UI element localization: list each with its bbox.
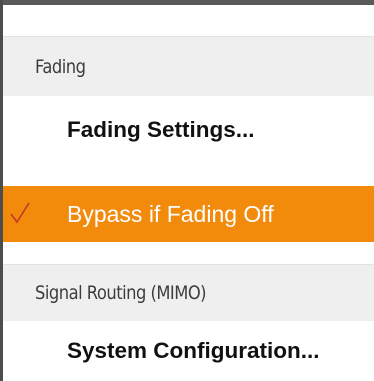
menu-top-border: [0, 0, 374, 5]
menu-item-label: Bypass if Fading Off: [67, 200, 274, 227]
menu-item-bypass-if-fading-off[interactable]: Bypass if Fading Off: [3, 186, 374, 242]
context-menu: Fading Fading Settings... Bypass if Fadi…: [0, 0, 374, 381]
section-header-signal-routing: Signal Routing (MIMO): [3, 265, 374, 321]
section-header-label: Signal Routing (MIMO): [35, 282, 207, 304]
menu-item-system-configuration[interactable]: System Configuration...: [3, 321, 374, 381]
section-header-fading: Fading: [3, 37, 374, 96]
menu-item-label: Fading Settings...: [67, 117, 255, 142]
menu-item-label: System Configuration...: [67, 338, 320, 363]
menu-item-fading-settings[interactable]: Fading Settings...: [3, 96, 374, 164]
section-header-label: Fading: [35, 55, 86, 78]
checkmark-icon: [10, 202, 30, 224]
